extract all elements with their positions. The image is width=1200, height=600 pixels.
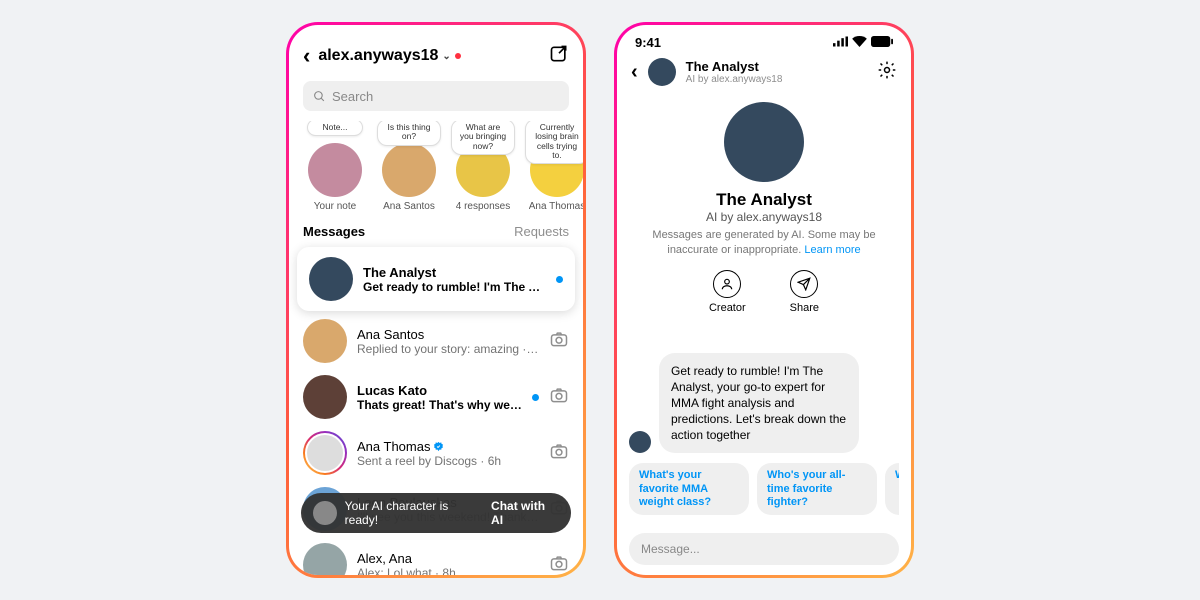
thread-row[interactable]: Alex, AnaAlex: Lol what · 8h bbox=[289, 537, 583, 575]
note-item[interactable]: What are you bringing now?4 responses bbox=[451, 121, 515, 212]
avatar bbox=[303, 543, 347, 575]
toast-text: Your AI character is ready! bbox=[345, 499, 483, 527]
thread-row[interactable]: Ana SantosReplied to your story: amazing… bbox=[289, 313, 583, 369]
avatar[interactable] bbox=[648, 58, 676, 86]
avatar bbox=[303, 319, 347, 363]
chevron-down-icon: ⌄ bbox=[442, 51, 450, 62]
signal-icon bbox=[833, 35, 848, 50]
search-icon bbox=[313, 90, 326, 103]
share-icon bbox=[790, 270, 818, 298]
suggestion-chip[interactable]: What fight bbox=[885, 463, 899, 515]
thread-row[interactable]: Lucas KatoThats great! That's why we ...… bbox=[289, 369, 583, 425]
notification-dot bbox=[455, 53, 461, 59]
suggestion-chip[interactable]: Who's your all-time favorite fighter? bbox=[757, 463, 877, 515]
phone-inbox: ‹ alex.anyways18 ⌄ Search Note...Your no… bbox=[286, 22, 586, 578]
back-icon[interactable]: ‹ bbox=[631, 61, 638, 84]
profile-avatar[interactable] bbox=[724, 102, 804, 182]
avatar bbox=[303, 431, 347, 475]
account-switcher[interactable]: alex.anyways18 ⌄ bbox=[318, 47, 460, 65]
username: alex.anyways18 bbox=[318, 47, 438, 65]
suggestion-chip[interactable]: What's your favorite MMA weight class? bbox=[629, 463, 749, 515]
note-item[interactable]: Currently losing brain cells trying to.A… bbox=[525, 121, 583, 212]
creator-button[interactable]: Creator bbox=[709, 270, 746, 314]
profile-name: The Analyst bbox=[637, 190, 891, 210]
phone-chat: 9:41 ‹ The Analyst AI by alex.anyways18 bbox=[614, 22, 914, 578]
status-time: 9:41 bbox=[635, 35, 661, 50]
avatar bbox=[313, 501, 337, 525]
note-item[interactable]: Is this thing on?Ana Santos bbox=[377, 121, 441, 212]
learn-more-link[interactable]: Learn more bbox=[804, 244, 860, 256]
ai-profile: The Analyst AI by alex.anyways18 Message… bbox=[617, 96, 911, 326]
search-placeholder: Search bbox=[332, 89, 373, 104]
unread-dot bbox=[532, 394, 539, 401]
verified-icon bbox=[433, 441, 444, 452]
requests-tab[interactable]: Requests bbox=[514, 224, 569, 239]
person-icon bbox=[713, 270, 741, 298]
message-text: Get ready to rumble! I'm The Analyst, yo… bbox=[659, 353, 859, 454]
compose-button[interactable] bbox=[549, 44, 569, 69]
profile-desc: Messages are generated by AI. Some may b… bbox=[637, 228, 891, 258]
avatar bbox=[629, 431, 651, 453]
camera-icon[interactable] bbox=[549, 329, 569, 354]
avatar bbox=[303, 375, 347, 419]
thread-name: The Analyst bbox=[363, 265, 546, 280]
note-item[interactable]: Note...Your note bbox=[303, 121, 367, 212]
toast-cta[interactable]: Chat with AI bbox=[491, 499, 559, 527]
ai-toast[interactable]: Your AI character is ready! Chat with AI bbox=[301, 493, 571, 533]
share-button[interactable]: Share bbox=[790, 270, 819, 314]
thread-row[interactable]: Ana ThomasSent a reel by Discogs · 6h bbox=[289, 425, 583, 481]
camera-icon[interactable] bbox=[549, 441, 569, 466]
camera-icon[interactable] bbox=[549, 385, 569, 410]
notes-row: Note...Your note Is this thing on?Ana Sa… bbox=[289, 121, 583, 222]
chat-title: The Analyst bbox=[686, 59, 867, 74]
avatar bbox=[309, 257, 353, 301]
thread-row[interactable]: The Analyst Get ready to rumble! I'm The… bbox=[297, 247, 575, 311]
suggestion-row: What's your favorite MMA weight class? W… bbox=[629, 463, 899, 519]
search-input[interactable]: Search bbox=[303, 81, 569, 111]
unread-dot bbox=[556, 276, 563, 283]
battery-icon bbox=[871, 35, 893, 50]
chat-subtitle: AI by alex.anyways18 bbox=[686, 74, 867, 85]
composer-placeholder: Message... bbox=[641, 542, 700, 556]
back-icon[interactable]: ‹ bbox=[303, 43, 310, 69]
wifi-icon bbox=[852, 35, 867, 50]
settings-button[interactable] bbox=[877, 60, 897, 85]
profile-sub: AI by alex.anyways18 bbox=[637, 210, 891, 224]
ai-message: Get ready to rumble! I'm The Analyst, yo… bbox=[629, 353, 899, 454]
message-input[interactable]: Message... bbox=[629, 533, 899, 565]
camera-icon[interactable] bbox=[549, 553, 569, 576]
messages-tab[interactable]: Messages bbox=[303, 224, 365, 239]
status-bar: 9:41 bbox=[617, 25, 911, 52]
